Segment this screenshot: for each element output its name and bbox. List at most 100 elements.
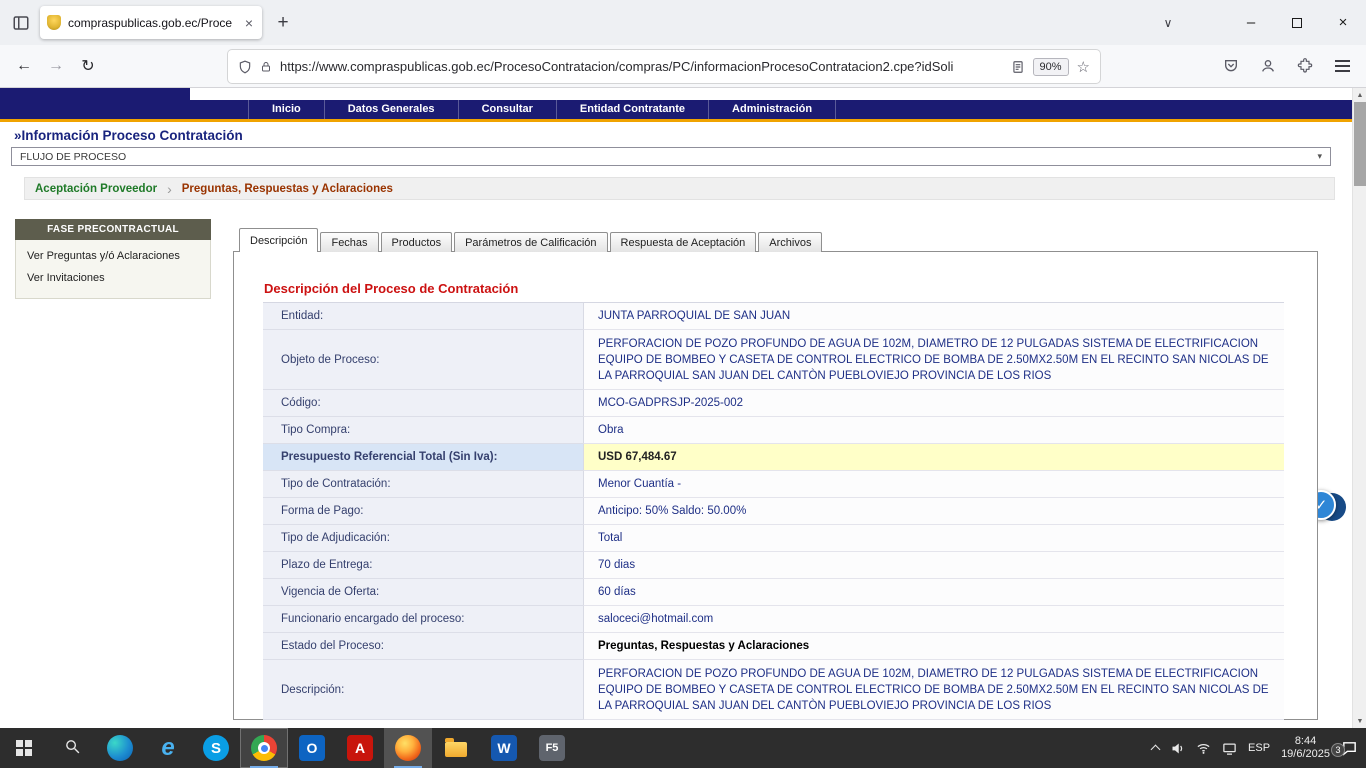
nav-item-datos-generales[interactable]: Datos Generales — [324, 100, 458, 119]
taskbar: e S O A W F5 ESP 8:44 19/6/2025 3 — [0, 728, 1366, 768]
bookmark-star-icon[interactable]: ☆ — [1077, 58, 1090, 76]
file-explorer-icon — [445, 742, 467, 757]
menu-icon[interactable] — [1326, 50, 1358, 82]
site-favicon-icon — [47, 15, 61, 30]
sidebar-item-ver-invitaciones[interactable]: Ver Invitaciones — [16, 267, 210, 289]
tab-productos[interactable]: Productos — [381, 232, 453, 252]
row-value: MCO-GADPRSJP-2025-002 — [583, 390, 1284, 417]
nav-item-administracion[interactable]: Administración — [708, 100, 836, 119]
flujo-select[interactable]: FLUJO DE PROCESO ▾ — [11, 147, 1331, 166]
volume-icon[interactable] — [1170, 741, 1185, 756]
new-tab-button[interactable]: + — [268, 8, 298, 38]
reader-mode-icon[interactable] — [1011, 60, 1025, 74]
page-scrollbar[interactable]: ▲ ▼ — [1352, 88, 1366, 728]
tab-archivos[interactable]: Archivos — [758, 232, 822, 252]
wifi-icon[interactable] — [1196, 741, 1211, 756]
taskbar-internet-explorer[interactable]: e — [144, 728, 192, 768]
taskbar-f5-app[interactable]: F5 — [528, 728, 576, 768]
row-value: USD 67,484.67 — [583, 444, 1284, 471]
search-button[interactable] — [48, 728, 96, 768]
row-value: 70 dias — [583, 552, 1284, 579]
back-button[interactable]: ← — [8, 50, 40, 82]
action-center-icon[interactable]: 3 — [1341, 740, 1358, 757]
row-value: Menor Cuantía - — [583, 471, 1284, 498]
row-label: Vigencia de Oferta: — [263, 579, 583, 606]
tray-chevron-icon[interactable] — [1152, 743, 1159, 753]
sidebar-body: Ver Preguntas y/ó Aclaraciones Ver Invit… — [15, 240, 211, 299]
skype-icon: S — [203, 735, 229, 761]
tab-title: compraspublicas.gob.ec/Proce — [68, 16, 236, 30]
scroll-down-icon[interactable]: ▼ — [1353, 714, 1366, 728]
shield-icon[interactable] — [238, 59, 252, 75]
row-label: Estado del Proceso: — [263, 633, 583, 660]
accent-bar — [0, 119, 1352, 122]
table-row: Código:MCO-GADPRSJP-2025-002 — [263, 390, 1284, 417]
extensions-icon[interactable] — [1289, 50, 1321, 82]
taskbar-file-explorer[interactable] — [432, 728, 480, 768]
pocket-icon[interactable] — [1215, 50, 1247, 82]
breadcrumb-separator-icon: › — [167, 181, 172, 197]
sidebar-item-ver-preguntas[interactable]: Ver Preguntas y/ó Aclaraciones — [16, 245, 210, 267]
breadcrumb-item-aceptacion-proveedor[interactable]: Aceptación Proveedor — [35, 183, 157, 195]
row-value: PERFORACION DE POZO PROFUNDO DE AGUA DE … — [583, 330, 1284, 390]
search-icon — [64, 738, 81, 758]
sidebar: FASE PRECONTRACTUAL Ver Preguntas y/ó Ac… — [15, 219, 211, 299]
taskbar-firefox[interactable] — [384, 728, 432, 768]
word-icon: W — [491, 735, 517, 761]
start-button[interactable] — [0, 728, 48, 768]
clock-time: 8:44 — [1281, 735, 1330, 748]
taskbar-acrobat[interactable]: A — [336, 728, 384, 768]
breadcrumb-item-preguntas[interactable]: Preguntas, Respuestas y Aclaraciones — [182, 183, 393, 195]
system-tray: ESP 8:44 19/6/2025 3 — [1152, 728, 1366, 768]
network-icon[interactable] — [1222, 741, 1237, 756]
taskbar-outlook[interactable]: O — [288, 728, 336, 768]
taskbar-word[interactable]: W — [480, 728, 528, 768]
browser-tab[interactable]: compraspublicas.gob.ec/Proce × — [40, 6, 262, 39]
nav-item-consultar[interactable]: Consultar — [458, 100, 556, 119]
forward-button[interactable]: → — [40, 50, 72, 82]
close-window-button[interactable]: × — [1320, 0, 1366, 45]
row-label: Forma de Pago: — [263, 498, 583, 525]
lock-icon[interactable] — [260, 60, 272, 74]
minimize-button[interactable]: – — [1228, 0, 1274, 45]
notification-badge: 3 — [1331, 743, 1345, 757]
main-content: Descripción Fechas Productos Parámetros … — [233, 228, 1319, 720]
internet-explorer-icon: e — [155, 735, 181, 761]
site-navbar: Inicio Datos Generales Consultar Entidad… — [0, 100, 1352, 119]
clock-date: 19/6/2025 — [1281, 748, 1330, 761]
page-title: »Información Proceso Contratación — [14, 128, 243, 143]
maximize-button[interactable] — [1274, 0, 1320, 45]
tab-list-chevron-icon[interactable]: ∨ — [1146, 0, 1190, 45]
table-row: Funcionario encargado del proceso:saloce… — [263, 606, 1284, 633]
maximize-icon — [1292, 18, 1302, 28]
table-row: Entidad:JUNTA PARROQUIAL DE SAN JUAN — [263, 303, 1284, 330]
edge-icon — [107, 735, 133, 761]
chrome-icon — [251, 735, 277, 761]
tab-descripcion[interactable]: Descripción — [239, 228, 318, 252]
page-viewport: Inicio Datos Generales Consultar Entidad… — [0, 88, 1352, 728]
account-icon[interactable] — [1252, 50, 1284, 82]
tab-respuesta-aceptacion[interactable]: Respuesta de Aceptación — [610, 232, 757, 252]
url-bar[interactable]: https://www.compraspublicas.gob.ec/Proce… — [228, 50, 1100, 83]
row-value: Obra — [583, 417, 1284, 444]
window-controls: ∨ – × — [1146, 0, 1366, 45]
zoom-level-badge[interactable]: 90% — [1033, 58, 1069, 76]
taskbar-edge[interactable] — [96, 728, 144, 768]
acrobat-icon: A — [347, 735, 373, 761]
taskbar-skype[interactable]: S — [192, 728, 240, 768]
tab-parametros-calificacion[interactable]: Parámetros de Calificación — [454, 232, 607, 252]
nav-item-inicio[interactable]: Inicio — [248, 100, 324, 119]
language-indicator[interactable]: ESP — [1248, 742, 1270, 754]
process-tabs: Descripción Fechas Productos Parámetros … — [239, 228, 822, 252]
row-label: Presupuesto Referencial Total (Sin Iva): — [263, 444, 583, 471]
scroll-thumb[interactable] — [1354, 102, 1366, 186]
tab-fechas[interactable]: Fechas — [320, 232, 378, 252]
nav-item-entidad-contratante[interactable]: Entidad Contratante — [556, 100, 708, 119]
firefox-view-icon[interactable] — [6, 8, 36, 38]
tab-close-icon[interactable]: × — [243, 15, 255, 31]
row-value: PERFORACION DE POZO PROFUNDO DE AGUA DE … — [583, 660, 1284, 720]
reload-button[interactable]: ↻ — [72, 50, 104, 82]
clock[interactable]: 8:44 19/6/2025 — [1281, 735, 1330, 761]
taskbar-chrome[interactable] — [240, 728, 288, 768]
scroll-up-icon[interactable]: ▲ — [1353, 88, 1366, 102]
